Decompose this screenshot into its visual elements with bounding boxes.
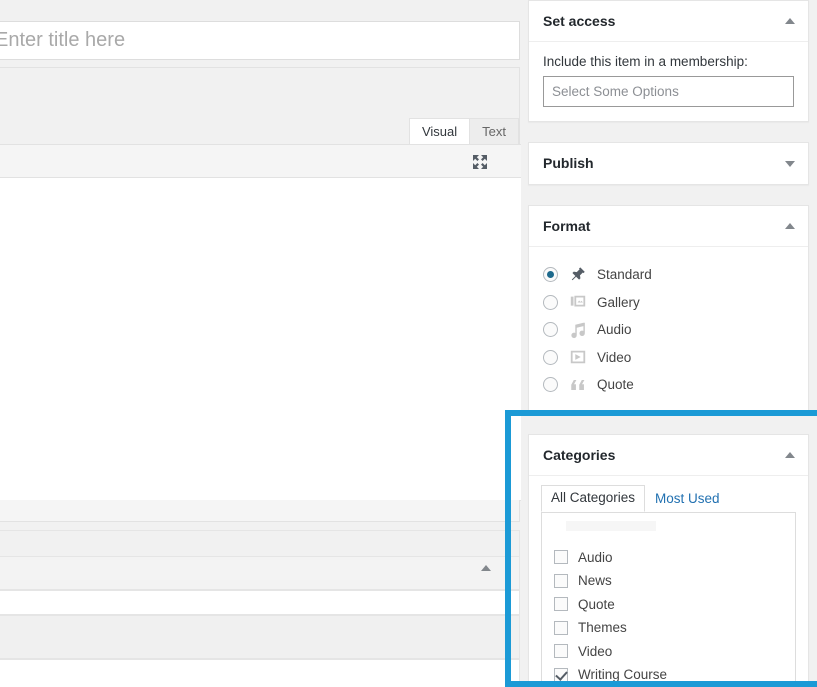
editor-toolbar — [0, 144, 521, 178]
categories-scroll-ghost-row — [566, 520, 656, 531]
format-option-video[interactable]: Video — [543, 344, 794, 372]
tab-visual[interactable]: Visual — [408, 118, 471, 144]
radio-standard[interactable] — [543, 267, 558, 283]
category-label-themes: Themes — [578, 620, 627, 636]
tab-text[interactable]: Text — [469, 118, 519, 144]
category-label-quote: Quote — [578, 596, 615, 612]
toggle-up-icon[interactable] — [785, 223, 795, 229]
categories-metabox: Categories All Categories Most Used Audi… — [528, 433, 809, 687]
format-label-quote: Quote — [597, 377, 634, 393]
radio-gallery[interactable] — [543, 294, 558, 310]
checkbox-themes[interactable] — [554, 620, 568, 635]
category-label-news: News — [578, 573, 612, 589]
editor-mode-tabs: Visual Text — [408, 118, 519, 144]
format-body: Standard Gallery Audio Video Quote — [529, 247, 808, 413]
format-label-gallery: Gallery — [597, 294, 640, 310]
format-option-audio[interactable]: Audio — [543, 316, 794, 344]
category-item-news[interactable]: News — [554, 569, 795, 593]
set-access-header[interactable]: Set access — [529, 1, 808, 42]
category-item-writing-course[interactable]: Writing Course — [554, 663, 795, 687]
toggle-up-icon[interactable] — [481, 565, 491, 571]
format-options-list: Standard Gallery Audio Video Quote — [543, 259, 794, 399]
format-option-standard[interactable]: Standard — [543, 261, 794, 289]
toggle-up-icon[interactable] — [785, 451, 795, 458]
below-editor-panel-4 — [0, 659, 520, 687]
radio-video[interactable] — [543, 349, 558, 365]
post-settings-sidebar: Set access Include this item in a member… — [528, 0, 809, 687]
post-title-field[interactable] — [0, 21, 520, 60]
category-item-themes[interactable]: Themes — [554, 616, 795, 640]
post-editor-column: Visual Text — [0, 0, 521, 687]
set-access-metabox: Set access Include this item in a member… — [528, 0, 809, 122]
editor-status-bar — [0, 500, 520, 522]
toggle-down-icon[interactable] — [785, 160, 795, 167]
quote-marks-icon — [568, 375, 588, 395]
format-option-gallery[interactable]: Gallery — [543, 289, 794, 317]
categories-tabs: All Categories Most Used — [541, 484, 796, 513]
set-access-body: Include this item in a membership: Selec… — [529, 42, 808, 121]
content-editor: Visual Text — [0, 67, 521, 501]
membership-select-input[interactable]: Select Some Options — [543, 76, 794, 107]
category-item-audio[interactable]: Audio — [554, 546, 795, 570]
categories-body: All Categories Most Used Audio News Quot… — [529, 476, 808, 687]
category-item-quote[interactable]: Quote — [554, 593, 795, 617]
categories-header[interactable]: Categories — [529, 435, 808, 476]
category-label-writing-course: Writing Course — [578, 667, 668, 683]
categories-title: Categories — [543, 446, 616, 463]
format-label-video: Video — [597, 349, 632, 365]
format-label-audio: Audio — [597, 322, 632, 338]
checkbox-quote[interactable] — [554, 597, 568, 612]
format-label-standard: Standard — [597, 267, 652, 283]
wordpress-post-editor-screen: Visual Text — [0, 0, 817, 687]
toggle-up-icon[interactable] — [785, 18, 795, 24]
below-editor-panel-header[interactable] — [0, 556, 520, 590]
format-header[interactable]: Format — [529, 206, 808, 247]
category-item-video[interactable]: Video — [554, 640, 795, 664]
category-label-video: Video — [578, 643, 613, 659]
format-metabox: Format Standard Gallery Audio Video Quot… — [528, 205, 809, 414]
radio-quote[interactable] — [543, 377, 558, 393]
gallery-icon — [568, 292, 588, 312]
checkbox-writing-course[interactable] — [554, 667, 568, 682]
below-editor-panel-3 — [0, 615, 520, 659]
membership-field-label: Include this item in a membership: — [543, 54, 748, 69]
category-label-audio: Audio — [578, 549, 613, 565]
editor-content-area[interactable] — [0, 178, 521, 501]
publish-metabox: Publish — [528, 142, 809, 185]
tab-most-used[interactable]: Most Used — [645, 486, 730, 512]
tab-all-categories[interactable]: All Categories — [541, 484, 646, 512]
below-editor-panel-2 — [0, 590, 520, 615]
format-title: Format — [543, 218, 591, 234]
checkbox-video[interactable] — [554, 644, 568, 659]
fullscreen-arrows-icon[interactable] — [470, 152, 490, 172]
pushpin-icon — [568, 265, 588, 285]
checkbox-news[interactable] — [554, 573, 568, 588]
publish-header[interactable]: Publish — [529, 143, 808, 184]
post-title-input[interactable] — [0, 22, 519, 59]
radio-audio[interactable] — [543, 322, 558, 338]
checkbox-audio[interactable] — [554, 550, 568, 565]
video-play-icon — [568, 347, 588, 367]
music-note-icon — [568, 320, 588, 340]
format-option-quote[interactable]: Quote — [543, 371, 794, 399]
set-access-title: Set access — [543, 13, 616, 29]
editor-content-text — [0, 178, 521, 198]
publish-title: Publish — [543, 155, 594, 171]
categories-list-container[interactable]: Audio News Quote Themes Video Writing Co… — [541, 511, 796, 687]
categories-checkbox-list: Audio News Quote Themes Video Writing Co… — [542, 513, 795, 687]
